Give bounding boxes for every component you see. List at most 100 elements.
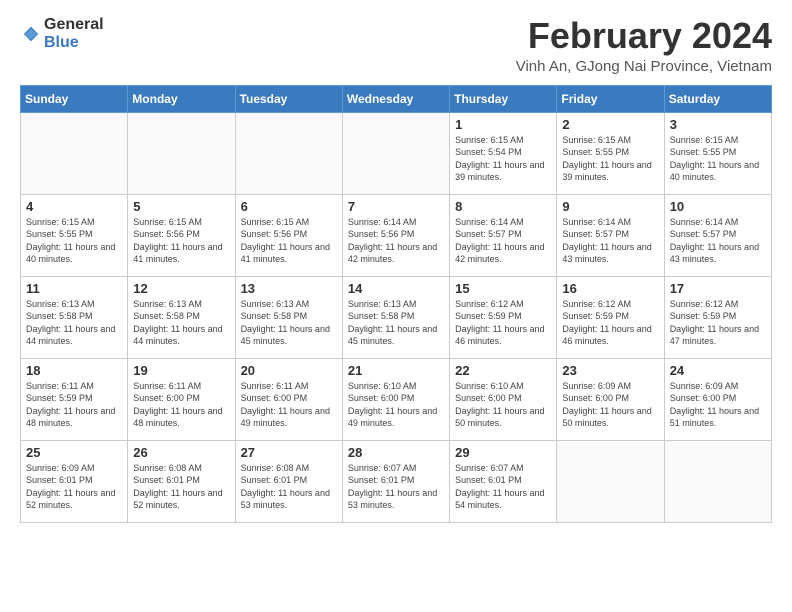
day-info: Sunrise: 6:12 AM Sunset: 5:59 PM Dayligh… <box>670 298 766 348</box>
calendar-cell <box>342 112 449 194</box>
day-number: 28 <box>348 445 444 460</box>
calendar-cell: 24 Sunrise: 6:09 AM Sunset: 6:00 PM Dayli… <box>664 358 771 440</box>
day-info: Sunrise: 6:10 AM Sunset: 6:00 PM Dayligh… <box>455 380 551 430</box>
day-number: 29 <box>455 445 551 460</box>
calendar-cell: 25 Sunrise: 6:09 AM Sunset: 6:01 PM Dayli… <box>21 440 128 522</box>
weekday-header-tuesday: Tuesday <box>235 85 342 112</box>
logo-icon <box>22 25 40 43</box>
calendar-cell <box>21 112 128 194</box>
weekday-header-thursday: Thursday <box>450 85 557 112</box>
day-info: Sunrise: 6:07 AM Sunset: 6:01 PM Dayligh… <box>455 462 551 512</box>
weekday-header-friday: Friday <box>557 85 664 112</box>
page-header: General Blue February 2024 Vinh An, GJon… <box>20 16 772 75</box>
calendar-cell: 22 Sunrise: 6:10 AM Sunset: 6:00 PM Dayli… <box>450 358 557 440</box>
day-info: Sunrise: 6:11 AM Sunset: 5:59 PM Dayligh… <box>26 380 122 430</box>
calendar-cell: 14 Sunrise: 6:13 AM Sunset: 5:58 PM Dayli… <box>342 276 449 358</box>
calendar-cell <box>557 440 664 522</box>
day-info: Sunrise: 6:15 AM Sunset: 5:55 PM Dayligh… <box>670 134 766 184</box>
calendar-cell <box>128 112 235 194</box>
day-number: 21 <box>348 363 444 378</box>
calendar-table: SundayMondayTuesdayWednesdayThursdayFrid… <box>20 85 772 523</box>
calendar-cell: 3 Sunrise: 6:15 AM Sunset: 5:55 PM Daylig… <box>664 112 771 194</box>
day-info: Sunrise: 6:13 AM Sunset: 5:58 PM Dayligh… <box>348 298 444 348</box>
calendar-cell: 8 Sunrise: 6:14 AM Sunset: 5:57 PM Daylig… <box>450 194 557 276</box>
day-number: 13 <box>241 281 337 296</box>
calendar-cell: 15 Sunrise: 6:12 AM Sunset: 5:59 PM Dayli… <box>450 276 557 358</box>
week-row-5: 25 Sunrise: 6:09 AM Sunset: 6:01 PM Dayli… <box>21 440 772 522</box>
day-info: Sunrise: 6:14 AM Sunset: 5:56 PM Dayligh… <box>348 216 444 266</box>
day-info: Sunrise: 6:14 AM Sunset: 5:57 PM Dayligh… <box>670 216 766 266</box>
weekday-header-wednesday: Wednesday <box>342 85 449 112</box>
day-info: Sunrise: 6:13 AM Sunset: 5:58 PM Dayligh… <box>241 298 337 348</box>
day-number: 19 <box>133 363 229 378</box>
day-info: Sunrise: 6:11 AM Sunset: 6:00 PM Dayligh… <box>133 380 229 430</box>
day-info: Sunrise: 6:12 AM Sunset: 5:59 PM Dayligh… <box>562 298 658 348</box>
day-number: 4 <box>26 199 122 214</box>
day-number: 15 <box>455 281 551 296</box>
calendar-body: 1 Sunrise: 6:15 AM Sunset: 5:54 PM Daylig… <box>21 112 772 522</box>
day-info: Sunrise: 6:08 AM Sunset: 6:01 PM Dayligh… <box>241 462 337 512</box>
week-row-4: 18 Sunrise: 6:11 AM Sunset: 5:59 PM Dayli… <box>21 358 772 440</box>
calendar-cell: 2 Sunrise: 6:15 AM Sunset: 5:55 PM Daylig… <box>557 112 664 194</box>
day-info: Sunrise: 6:15 AM Sunset: 5:54 PM Dayligh… <box>455 134 551 184</box>
day-number: 7 <box>348 199 444 214</box>
day-info: Sunrise: 6:15 AM Sunset: 5:56 PM Dayligh… <box>133 216 229 266</box>
calendar-cell: 10Sunrise: 6:14 AM Sunset: 5:57 PM Dayli… <box>664 194 771 276</box>
day-info: Sunrise: 6:15 AM Sunset: 5:55 PM Dayligh… <box>562 134 658 184</box>
day-info: Sunrise: 6:12 AM Sunset: 5:59 PM Dayligh… <box>455 298 551 348</box>
day-number: 18 <box>26 363 122 378</box>
calendar-cell: 6Sunrise: 6:15 AM Sunset: 5:56 PM Daylig… <box>235 194 342 276</box>
week-row-3: 11 Sunrise: 6:13 AM Sunset: 5:58 PM Dayli… <box>21 276 772 358</box>
day-number: 22 <box>455 363 551 378</box>
day-info: Sunrise: 6:07 AM Sunset: 6:01 PM Dayligh… <box>348 462 444 512</box>
calendar-cell: 29 Sunrise: 6:07 AM Sunset: 6:01 PM Dayli… <box>450 440 557 522</box>
calendar-cell: 27 Sunrise: 6:08 AM Sunset: 6:01 PM Dayli… <box>235 440 342 522</box>
day-info: Sunrise: 6:14 AM Sunset: 5:57 PM Dayligh… <box>562 216 658 266</box>
day-number: 3 <box>670 117 766 132</box>
logo-blue: Blue <box>44 34 104 52</box>
day-info: Sunrise: 6:09 AM Sunset: 6:01 PM Dayligh… <box>26 462 122 512</box>
day-number: 24 <box>670 363 766 378</box>
day-number: 8 <box>455 199 551 214</box>
day-number: 2 <box>562 117 658 132</box>
day-number: 25 <box>26 445 122 460</box>
day-number: 27 <box>241 445 337 460</box>
day-number: 20 <box>241 363 337 378</box>
day-number: 17 <box>670 281 766 296</box>
day-info: Sunrise: 6:08 AM Sunset: 6:01 PM Dayligh… <box>133 462 229 512</box>
calendar-cell: 12 Sunrise: 6:13 AM Sunset: 5:58 PM Dayli… <box>128 276 235 358</box>
location: Vinh An, GJong Nai Province, Vietnam <box>516 58 772 75</box>
calendar-cell: 5Sunrise: 6:15 AM Sunset: 5:56 PM Daylig… <box>128 194 235 276</box>
day-info: Sunrise: 6:10 AM Sunset: 6:00 PM Dayligh… <box>348 380 444 430</box>
day-info: Sunrise: 6:15 AM Sunset: 5:55 PM Dayligh… <box>26 216 122 266</box>
day-info: Sunrise: 6:14 AM Sunset: 5:57 PM Dayligh… <box>455 216 551 266</box>
calendar-cell: 20 Sunrise: 6:11 AM Sunset: 6:00 PM Dayli… <box>235 358 342 440</box>
day-number: 11 <box>26 281 122 296</box>
day-number: 16 <box>562 281 658 296</box>
day-info: Sunrise: 6:13 AM Sunset: 5:58 PM Dayligh… <box>133 298 229 348</box>
day-number: 9 <box>562 199 658 214</box>
logo: General Blue <box>20 16 104 51</box>
day-number: 23 <box>562 363 658 378</box>
title-block: February 2024 Vinh An, GJong Nai Provinc… <box>516 16 772 75</box>
logo-general: General <box>44 16 104 34</box>
day-number: 1 <box>455 117 551 132</box>
day-info: Sunrise: 6:11 AM Sunset: 6:00 PM Dayligh… <box>241 380 337 430</box>
calendar-cell: 28 Sunrise: 6:07 AM Sunset: 6:01 PM Dayli… <box>342 440 449 522</box>
day-info: Sunrise: 6:15 AM Sunset: 5:56 PM Dayligh… <box>241 216 337 266</box>
weekday-header-sunday: Sunday <box>21 85 128 112</box>
day-number: 14 <box>348 281 444 296</box>
weekday-header-monday: Monday <box>128 85 235 112</box>
calendar-cell: 21 Sunrise: 6:10 AM Sunset: 6:00 PM Dayli… <box>342 358 449 440</box>
day-number: 12 <box>133 281 229 296</box>
calendar-cell: 18 Sunrise: 6:11 AM Sunset: 5:59 PM Dayli… <box>21 358 128 440</box>
weekday-header-row: SundayMondayTuesdayWednesdayThursdayFrid… <box>21 85 772 112</box>
month-year: February 2024 <box>516 16 772 56</box>
calendar-cell: 1 Sunrise: 6:15 AM Sunset: 5:54 PM Daylig… <box>450 112 557 194</box>
calendar-cell <box>235 112 342 194</box>
day-info: Sunrise: 6:09 AM Sunset: 6:00 PM Dayligh… <box>670 380 766 430</box>
calendar-cell: 23Sunrise: 6:09 AM Sunset: 6:00 PM Dayli… <box>557 358 664 440</box>
calendar-cell <box>664 440 771 522</box>
day-info: Sunrise: 6:13 AM Sunset: 5:58 PM Dayligh… <box>26 298 122 348</box>
calendar-cell: 11 Sunrise: 6:13 AM Sunset: 5:58 PM Dayli… <box>21 276 128 358</box>
